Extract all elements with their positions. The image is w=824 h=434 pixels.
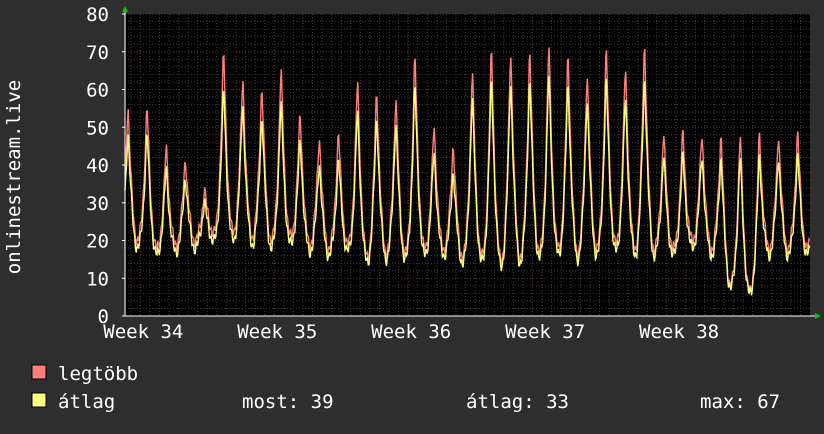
y-tick-label: 60 — [86, 80, 109, 102]
y-tick-label: 20 — [86, 231, 109, 253]
x-tick-label: Week 34 — [103, 321, 183, 343]
y-axis-arrow — [122, 6, 128, 12]
line-chart: 01020304050607080Week 34 Week 35 Week 36 We… — [3, 4, 821, 413]
x-axis-arrow — [815, 313, 821, 319]
stat-max: max: 67 — [700, 391, 780, 413]
stat-now: most: 39 — [242, 391, 334, 413]
y-axis-title: onlinestream.live — [3, 80, 25, 274]
legend-label-0: legtöbb — [58, 363, 138, 385]
y-tick-label: 50 — [86, 117, 109, 139]
y-tick-label: 40 — [86, 155, 109, 177]
legend-label-1: átlag — [58, 391, 115, 413]
y-tick-label: 80 — [86, 4, 109, 26]
y-tick-label: 70 — [86, 42, 109, 64]
x-tick-label: Week 35 — [237, 321, 317, 343]
x-tick-label: Week 38 — [639, 321, 719, 343]
legend-swatch-0 — [31, 364, 47, 380]
x-tick-label: Week 36 — [371, 321, 451, 343]
chart-container: 0 10 20 30 40 50 60 70 80 Week 34 Week 35 Week 36 We… — [0, 0, 824, 430]
y-tick-label: 10 — [86, 268, 109, 290]
y-tick-label: 30 — [86, 193, 109, 215]
legend-swatch-1 — [31, 392, 47, 408]
stat-average: átlag: 33 — [466, 391, 569, 413]
x-tick-label: Week 37 — [505, 321, 585, 343]
